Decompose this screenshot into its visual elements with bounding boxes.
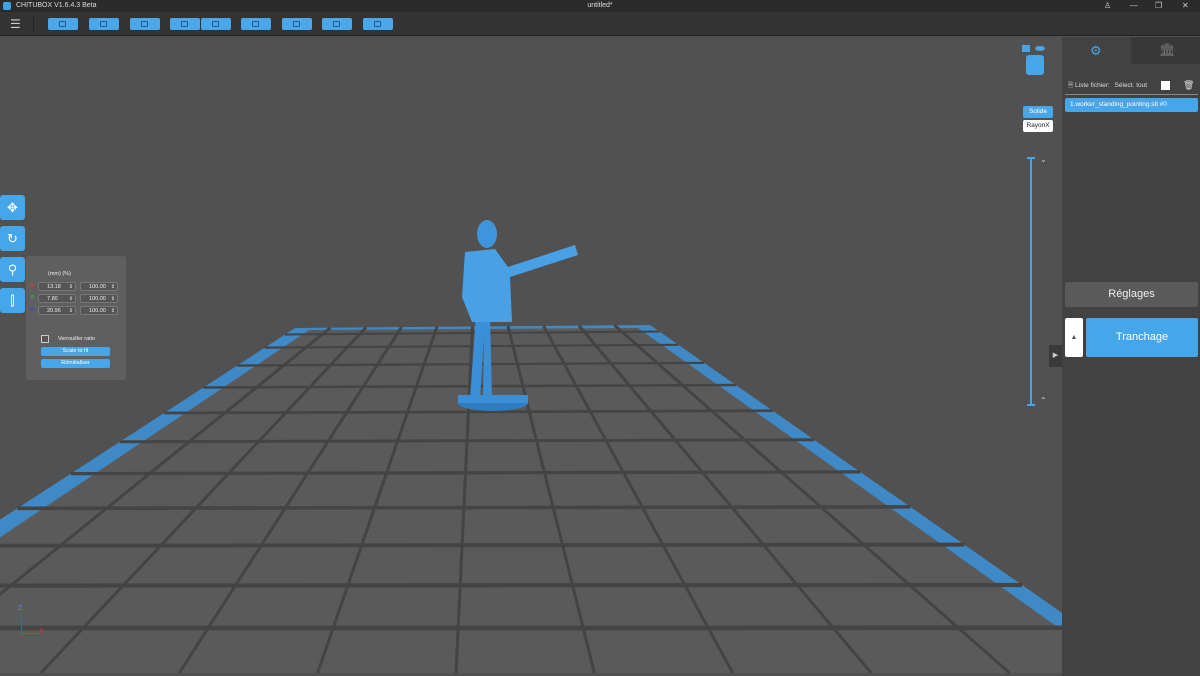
axis-x-label: X [39,628,44,635]
user-icon[interactable]: ♙ [1104,0,1111,12]
scale-tool-button[interactable]: ⚲ [0,257,25,282]
file-icon: 🗎 [1068,82,1074,89]
folder-icon [59,21,66,27]
reset-button[interactable]: Réinitialiser [41,359,110,368]
chevron-up-icon[interactable]: ⌃ [1040,396,1047,405]
y-percent-input[interactable]: 100.00 [80,294,118,303]
slider-top-handle[interactable] [1027,157,1035,159]
x-mm-input[interactable]: 13.18 [38,282,76,291]
eye-icon[interactable] [1035,46,1045,51]
import-icon [181,21,188,27]
layer-slider[interactable] [1027,157,1035,406]
mirror-icon: ⫿ [10,293,15,308]
slice-button[interactable]: Tranchage [1086,318,1198,357]
file-list-label: Liste fichier: [1075,82,1110,89]
file-list-item[interactable]: 1.worker_standing_pointing.stl #0 [1065,98,1198,112]
axis-label: Z: [30,307,36,313]
solid-mode-button[interactable]: Solide [1023,106,1053,118]
close-button[interactable]: ✕ [1182,0,1189,12]
file-list-header: 🗎 Liste fichier: Sélect. tout 🗑 [1068,80,1196,92]
drain-hole-button[interactable] [322,18,352,30]
import-button[interactable] [170,18,200,30]
document-title: untitled* [587,2,613,9]
pillars-icon: 🏛 [1159,42,1176,57]
open-button[interactable] [48,18,78,30]
tab-supports[interactable]: 🏛 [1131,37,1200,64]
toolbar: ☰ [0,12,1200,36]
y-mm-input[interactable]: 7.80 [38,294,76,303]
units-header: (mm) (%) [48,271,71,277]
expand-panel-button[interactable]: ▶ [1049,345,1062,367]
model-torso [462,245,578,322]
select-all-label: Sélect. tout [1114,82,1148,89]
slice-options-button[interactable]: ▲ [1065,318,1083,357]
mirror-tool-button[interactable]: ⫿ [0,288,25,313]
home-icon[interactable] [1022,45,1030,52]
move-icon: ✥ [7,200,18,215]
x-percent-input[interactable]: 100.00 [80,282,118,291]
hollow-icon [293,21,300,27]
settings-button[interactable]: Réglages [1065,282,1198,307]
axis-z-label: Z [18,605,23,612]
z-percent-input[interactable]: 100.00 [80,306,118,315]
rotate-tool-button[interactable]: ↻ [0,226,25,251]
dock-icon [252,21,259,27]
scale-to-fit-button[interactable]: Scale to fit [41,347,110,356]
auto-layout-button[interactable] [130,18,160,30]
model-legs [470,315,492,399]
model-figure[interactable] [0,37,1062,676]
save-button[interactable] [89,18,119,30]
drop-icon [333,21,340,27]
model-head [477,220,497,248]
export-icon [212,21,219,27]
axis-label: Y: [30,295,36,301]
scale-row-y: Y: 7.80 100.00 [30,294,124,303]
restore-button[interactable]: ❐ [1155,0,1162,12]
scale-row-z: Z: 20.96 100.00 [30,306,124,315]
slice-preview-button[interactable] [363,18,393,30]
minimize-button[interactable]: — [1130,0,1138,12]
hollow-button[interactable] [282,18,312,30]
save-icon [100,21,107,27]
move-tool-button[interactable]: ✥ [0,195,25,220]
3d-viewport[interactable]: Z X [0,37,1062,676]
scale-panel: (mm) (%) X: 13.18 100.00 Y: 7.80 100.00 … [26,256,126,380]
layout-icon [141,21,148,27]
trash-icon[interactable]: 🗑 [1183,80,1194,91]
tab-settings[interactable]: ⚙ [1062,37,1131,64]
right-panel: ⚙ 🏛 🗎 Liste fichier: Sélect. tout 🗑 1.wo… [1062,37,1200,676]
select-all-checkbox[interactable] [1161,81,1170,90]
menu-icon[interactable]: ☰ [10,17,34,31]
export-button[interactable] [201,18,231,30]
scale-icon: ⚲ [7,262,18,277]
slider-bottom-handle[interactable] [1027,404,1035,406]
view-cube-icon[interactable] [1022,45,1048,77]
scale-row-x: X: 13.18 100.00 [30,282,124,291]
settings-icon: ⚙ [1090,43,1102,58]
xray-mode-button[interactable]: RayonX [1023,120,1053,132]
lock-ratio-label: Verrouiller ratio [58,336,95,342]
axis-indicator: Z X [18,605,48,639]
title-bar: CHITUBOX V1.6.4.3 Beta untitled* ♙ — ❐ ✕ [0,0,1200,12]
z-mm-input[interactable]: 20.96 [38,306,76,315]
axis-label: X: [30,283,36,289]
rotate-icon: ↻ [7,231,18,246]
square-icon [374,21,381,27]
dock-button[interactable] [241,18,271,30]
lock-ratio-checkbox[interactable] [41,335,49,343]
chevron-down-icon[interactable]: ⌄ [1040,155,1047,164]
